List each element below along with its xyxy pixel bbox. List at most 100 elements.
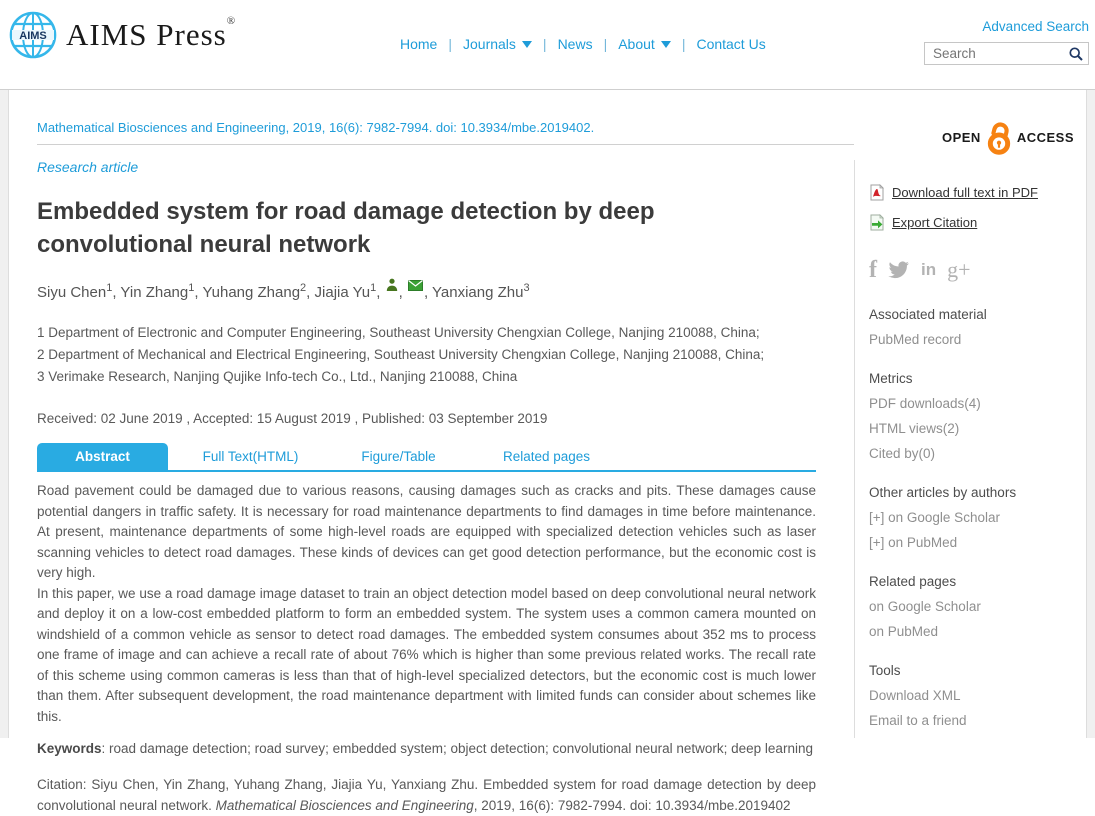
sidebar-section-related-pages: Related pages on Google Scholar on PubMed: [869, 574, 1086, 639]
export-citation-label: Export Citation: [892, 215, 977, 230]
sidebar-link-on-pubmed[interactable]: [+] on PubMed: [869, 535, 1086, 550]
author-yuhang-zhang[interactable]: Yuhang Zhang2: [202, 284, 306, 301]
page-background: Mathematical Biosciences and Engineering…: [0, 89, 1095, 738]
chevron-down-icon: [661, 41, 671, 48]
site-header: AIMS AIMS Press® Home | Journals | News | Abou…: [0, 0, 1095, 89]
article-type-label: Research article: [37, 159, 816, 175]
logo-wordmark: AIMS Press®: [66, 17, 236, 53]
nav-separator: |: [682, 36, 686, 52]
sidebar-section-tools: Tools Download XML Email to a friend: [869, 663, 1086, 728]
sidebar-links: Download full text in PDF Export Citatio…: [854, 160, 1086, 738]
search-icon[interactable]: [1068, 46, 1084, 62]
abstract-text: Road pavement could be damaged due to va…: [37, 481, 816, 727]
chevron-down-icon: [522, 41, 532, 48]
sidebar-heading: Other articles by authors: [869, 485, 1086, 500]
author-siyu-chen[interactable]: Siyu Chen1: [37, 284, 112, 301]
aims-press-logo[interactable]: AIMS AIMS Press®: [8, 10, 236, 60]
tab-related-pages[interactable]: Related pages: [481, 443, 612, 470]
person-icon[interactable]: [386, 278, 398, 295]
affiliation-line: 2 Department of Mechanical and Electrica…: [37, 344, 816, 366]
abstract-paragraph-1: Road pavement could be damaged due to va…: [37, 481, 816, 584]
article-sidebar: OPEN ACCESS Download full text in PDF: [854, 90, 1086, 738]
download-pdf-label: Download full text in PDF: [892, 185, 1038, 200]
citation-suffix: , 2019, 16(6): 7982-7994. doi: 10.3934/m…: [474, 798, 791, 813]
tab-abstract[interactable]: Abstract: [37, 443, 168, 470]
sidebar-link-on-google-scholar[interactable]: on Google Scholar: [869, 599, 1086, 614]
linkedin-icon[interactable]: in: [921, 260, 936, 280]
author-sup: 3: [523, 282, 529, 294]
author-sup: 2: [300, 282, 306, 294]
sidebar-sections: Associated material PubMed record Metrics P…: [869, 307, 1086, 728]
article-tabs: Abstract Full Text(HTML) Figure/Table Relat…: [37, 443, 816, 472]
open-access-access-label: ACCESS: [1017, 130, 1074, 145]
nav-item-journals[interactable]: Journals: [463, 36, 532, 52]
nav-item-home[interactable]: Home: [400, 36, 437, 52]
sidebar-link-cited-by-0[interactable]: Cited by(0): [869, 446, 1086, 461]
author-yin-zhang[interactable]: Yin Zhang1: [120, 284, 194, 301]
search-box: [924, 42, 1089, 65]
sidebar-section-associated-material: Associated material PubMed record: [869, 307, 1086, 347]
facebook-icon[interactable]: f: [869, 260, 877, 280]
sidebar-link-on-pubmed[interactable]: on PubMed: [869, 624, 1086, 639]
article-dates: Received: 02 June 2019 , Accepted: 15 Au…: [37, 411, 816, 426]
affiliation-list: 1 Department of Electronic and Computer …: [37, 322, 816, 388]
nav-separator: |: [543, 36, 547, 52]
sidebar-section-metrics: Metrics PDF downloads(4) HTML views(2) Cite…: [869, 371, 1086, 461]
author-sup: 1: [370, 282, 376, 294]
advanced-search-link[interactable]: Advanced Search: [982, 19, 1089, 34]
sidebar-link-on-google-scholar[interactable]: [+] on Google Scholar: [869, 510, 1086, 525]
sidebar-link-download-xml[interactable]: Download XML: [869, 688, 1086, 703]
export-citation-icon: [869, 214, 885, 231]
nav-item-news[interactable]: News: [558, 36, 593, 52]
author-jiajia-yu[interactable]: Jiajia Yu1: [315, 284, 377, 301]
download-pdf-link[interactable]: Download full text in PDF: [869, 184, 1086, 201]
open-access-open-label: OPEN: [942, 130, 981, 145]
search-input[interactable]: [931, 45, 1068, 62]
twitter-icon[interactable]: [888, 261, 910, 280]
abstract-paragraph-2: In this paper, we use a road damage imag…: [37, 584, 816, 728]
pdf-icon: [869, 184, 885, 201]
sidebar-link-pdf-downloads-4[interactable]: PDF downloads(4): [869, 396, 1086, 411]
keywords-text: : road damage detection; road survey; em…: [102, 741, 813, 756]
tab-full-text-html[interactable]: Full Text(HTML): [185, 443, 316, 470]
sidebar-link-email-to-a-friend[interactable]: Email to a friend: [869, 713, 1086, 728]
author-sup: 1: [106, 282, 112, 294]
article-title: Embedded system for road damage detectio…: [37, 195, 677, 261]
article-main-column: Mathematical Biosciences and Engineering…: [9, 90, 854, 738]
citation-journal-name: Mathematical Biosciences and Engineering: [216, 798, 474, 813]
journal-citation-link[interactable]: Mathematical Biosciences and Engineering…: [37, 120, 816, 135]
export-citation-link[interactable]: Export Citation: [869, 214, 1086, 231]
open-lock-icon: [984, 118, 1014, 156]
svg-text:AIMS: AIMS: [19, 30, 47, 42]
sidebar-link-html-views-2[interactable]: HTML views(2): [869, 421, 1086, 436]
nav-separator: |: [448, 36, 452, 52]
registered-mark: ®: [227, 15, 236, 27]
tab-figure-table[interactable]: Figure/Table: [333, 443, 464, 470]
social-share-row: f in g+: [869, 257, 1086, 283]
nav-item-contact-us[interactable]: Contact Us: [696, 36, 765, 52]
sidebar-heading: Tools: [869, 663, 1086, 678]
nav-separator: |: [604, 36, 608, 52]
affiliation-line: 1 Department of Electronic and Computer …: [37, 322, 816, 344]
googleplus-icon[interactable]: g+: [947, 257, 970, 283]
email-icon[interactable]: [408, 278, 423, 295]
author-yanxiang-zhu[interactable]: Yanxiang Zhu3: [432, 284, 530, 301]
citation-line: Citation: Siyu Chen, Yin Zhang, Yuhang Z…: [37, 774, 816, 816]
keywords-line: Keywords: road damage detection; road su…: [37, 741, 816, 756]
open-access-badge: OPEN ACCESS: [854, 90, 1086, 160]
sidebar-heading: Associated material: [869, 307, 1086, 322]
main-navigation: Home | Journals | News | About | Contact Us: [400, 36, 766, 52]
affiliation-line: 3 Verimake Research, Nanjing Qujike Info…: [37, 366, 816, 388]
article-content-box: Mathematical Biosciences and Engineering…: [8, 90, 1087, 738]
author-list: Siyu Chen1, Yin Zhang1, Yuhang Zhang2, J…: [37, 278, 816, 301]
keywords-label: Keywords: [37, 741, 102, 756]
sidebar-link-pubmed-record[interactable]: PubMed record: [869, 332, 1086, 347]
nav-item-about[interactable]: About: [618, 36, 671, 52]
header-divider: [37, 144, 921, 145]
sidebar-heading: Metrics: [869, 371, 1086, 386]
globe-logo-icon: AIMS: [8, 10, 58, 60]
sidebar-heading: Related pages: [869, 574, 1086, 589]
header-search-area: Advanced Search: [924, 18, 1089, 65]
author-sup: 1: [188, 282, 194, 294]
sidebar-section-other-articles-by-authors: Other articles by authors [+] on Google S…: [869, 485, 1086, 550]
